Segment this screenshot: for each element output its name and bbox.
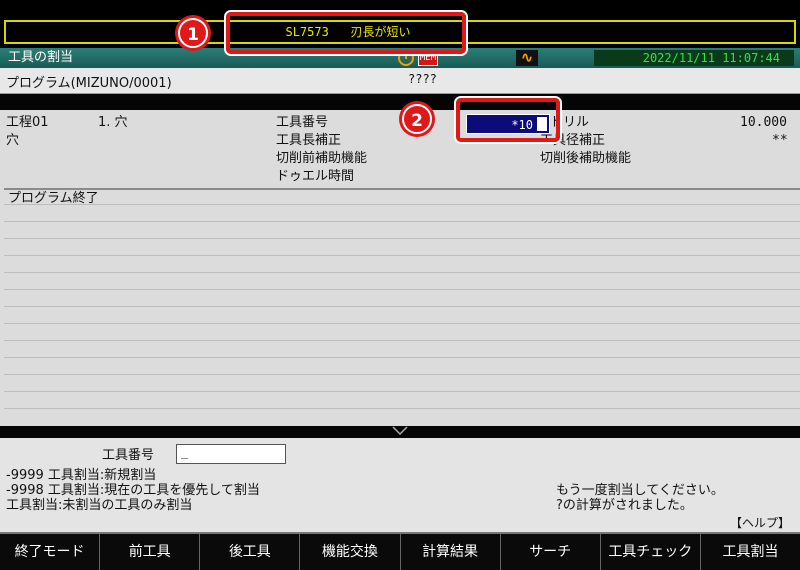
tool-number-input[interactable]: _ (176, 444, 286, 464)
scroll-indicator[interactable] (0, 426, 800, 438)
separator (0, 94, 800, 110)
length-comp-label: 工具長補正 (276, 133, 342, 148)
list-item[interactable] (4, 358, 800, 375)
help-line: -9998 工具割当:現在の工具を優先して割当 (6, 483, 260, 498)
list-item[interactable] (4, 222, 800, 239)
help-line: 工具割当:未割当の工具のみ割当 (6, 498, 193, 513)
tool-number-label: 工具番号 (276, 115, 329, 130)
list-item[interactable]: プログラム終了 (4, 188, 800, 206)
callout-box-tool-number (456, 98, 560, 142)
dwell-label: ドゥエル時間 (276, 169, 355, 184)
list-item[interactable] (4, 290, 800, 307)
input-label: 工具番号 (102, 448, 155, 463)
list-item[interactable] (4, 392, 800, 409)
softkey-calc-result[interactable]: 計算結果 (401, 534, 501, 570)
input-panel: 工具番号 _ -9999 工具割当:新規割当 -9998 工具割当:現在の工具を… (0, 438, 800, 532)
softkey-end-mode[interactable]: 終了モード (0, 534, 101, 570)
radius-comp-value[interactable]: ** (772, 132, 788, 150)
tool-name-value[interactable]: 10.000 (740, 114, 787, 132)
screen-title: 工具の割当 (8, 50, 74, 65)
step-type: 穴 (6, 133, 20, 148)
program-bar: プログラム(MIZUNO/0001) ???? (0, 68, 800, 94)
process-panel: 工程01 1. 穴 穴 工具番号 *10 ドリル 10.000 工具長補正 工具… (0, 110, 800, 426)
list-item[interactable] (4, 273, 800, 290)
softkey-search[interactable]: サーチ (501, 534, 601, 570)
list-item[interactable] (4, 239, 800, 256)
softkey-bar: 終了モード 前工具 後工具 機能交換 計算結果 サーチ 工具チェック 工具割当 (0, 532, 800, 570)
list-item[interactable] (4, 307, 800, 324)
post-cut-label: 切削後補助機能 (540, 151, 632, 166)
pre-cut-label: 切削前補助機能 (276, 151, 368, 166)
softkey-next-tool[interactable]: 後工具 (200, 534, 301, 570)
softkey-tool-check[interactable]: 工具チェック (601, 534, 701, 570)
datetime-display: 2022/11/11 11:07:44 (594, 50, 794, 66)
program-name: プログラム(MIZUNO/0001) (6, 76, 172, 91)
softkey-prev-tool[interactable]: 前工具 (100, 534, 201, 570)
message-line: ?の計算がされました。 (556, 498, 693, 513)
program-value: ???? (408, 72, 437, 86)
help-link[interactable]: 【ヘルプ】 (730, 514, 790, 531)
process-list: プログラム終了 (4, 188, 800, 426)
list-item[interactable] (4, 341, 800, 358)
spindle-wave-icon: ∿ (516, 50, 538, 66)
softkey-function-swap[interactable]: 機能交換 (300, 534, 401, 570)
message-line: もう一度割当してください。 (556, 483, 724, 498)
callout-box-alarm (226, 12, 466, 54)
list-item[interactable] (4, 256, 800, 273)
softkey-tool-assign[interactable]: 工具割当 (701, 534, 800, 570)
list-item[interactable] (4, 375, 800, 392)
callout-badge-2: 2 (402, 104, 432, 134)
list-item[interactable] (4, 205, 800, 222)
step-detail: 1. 穴 (98, 115, 128, 130)
step-label[interactable]: 工程01 (6, 114, 49, 132)
help-line: -9999 工具割当:新規割当 (6, 468, 157, 483)
chevron-down-icon[interactable] (392, 426, 408, 436)
callout-badge-1: 1 (178, 18, 208, 48)
list-item[interactable] (4, 324, 800, 341)
